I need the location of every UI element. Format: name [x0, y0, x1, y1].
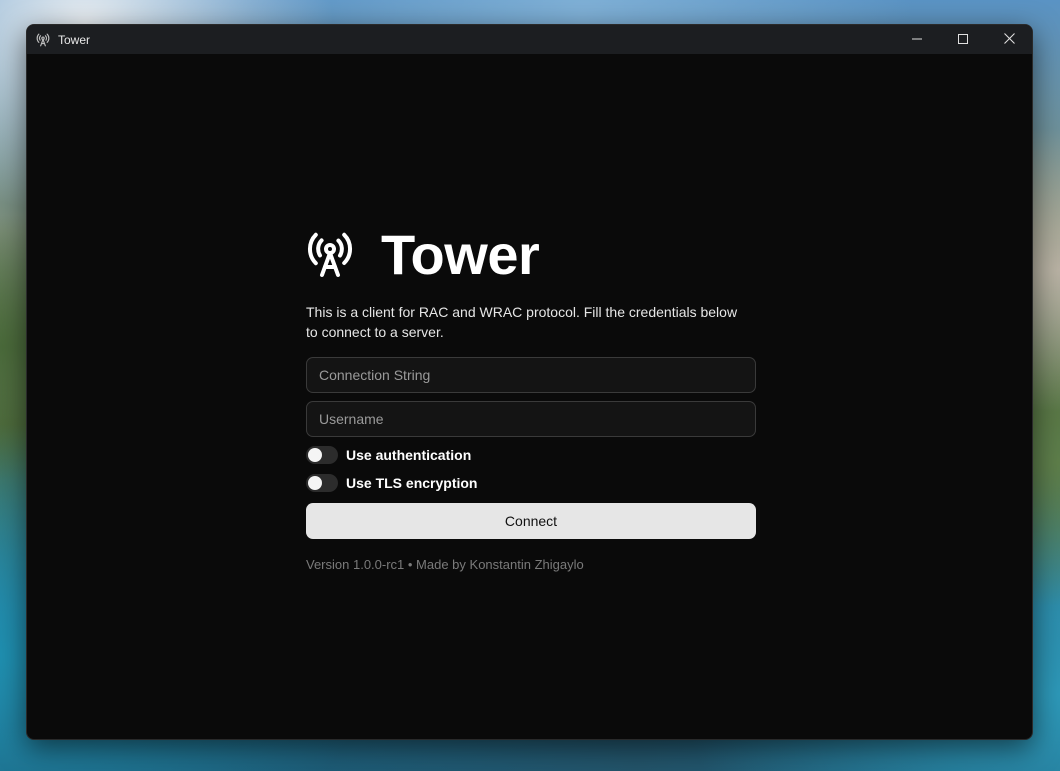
use-tls-row: Use TLS encryption: [306, 473, 756, 493]
connection-string-input[interactable]: [306, 357, 756, 393]
version-footer: Version 1.0.0-rc1 • Made by Konstantin Z…: [306, 557, 584, 572]
maximize-icon: [958, 31, 968, 49]
use-authentication-toggle[interactable]: [306, 446, 338, 464]
maximize-button[interactable]: [940, 25, 986, 54]
broadcast-tower-icon: [306, 231, 354, 279]
close-icon: [1003, 31, 1015, 49]
app-tower-icon: [36, 33, 50, 47]
minimize-button[interactable]: [894, 25, 940, 54]
use-authentication-label: Use authentication: [346, 447, 472, 463]
use-authentication-row: Use authentication: [306, 445, 756, 465]
app-window: Tower Tower This is a client for RAC and…: [26, 24, 1033, 740]
connect-button[interactable]: Connect: [306, 503, 756, 539]
use-tls-toggle[interactable]: [306, 474, 338, 492]
connect-panel: Tower This is a client for RAC and WRAC …: [306, 223, 756, 572]
close-button[interactable]: [986, 25, 1032, 54]
window-title: Tower: [58, 32, 91, 47]
intro-description: This is a client for RAC and WRAC protoc…: [306, 304, 738, 340]
toggle-knob: [308, 476, 322, 490]
use-tls-label: Use TLS encryption: [346, 475, 478, 491]
brand-title: Tower: [381, 223, 540, 286]
brand-header: Tower: [306, 223, 756, 286]
title-bar[interactable]: Tower: [27, 25, 1032, 54]
minimize-icon: [912, 31, 922, 49]
toggle-knob: [308, 448, 322, 462]
window-controls: [894, 25, 1032, 54]
username-input[interactable]: [306, 401, 756, 437]
desktop-wallpaper: Tower Tower This is a client for RAC and…: [0, 0, 1060, 771]
